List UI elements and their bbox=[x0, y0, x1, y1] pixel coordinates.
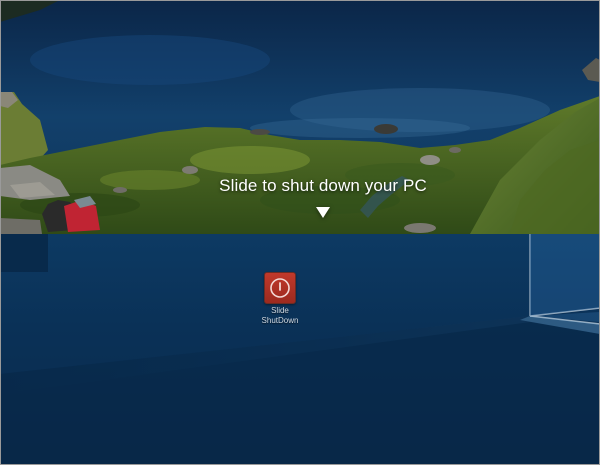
desktop-background: Slide ShutDown bbox=[0, 234, 600, 465]
slide-shutdown-shortcut[interactable]: Slide ShutDown bbox=[250, 272, 310, 326]
down-triangle-icon bbox=[316, 207, 330, 218]
shortcut-label: Slide ShutDown bbox=[261, 306, 299, 325]
screen: Slide to shut down your PC Slide ShutDow… bbox=[0, 0, 600, 465]
power-icon bbox=[264, 272, 296, 304]
slide-to-shutdown-text: Slide to shut down your PC bbox=[219, 176, 427, 195]
lake-landscape-background bbox=[0, 0, 600, 234]
slide-to-shutdown-panel[interactable]: Slide to shut down your PC bbox=[0, 0, 600, 234]
windows-hero-wallpaper bbox=[0, 234, 600, 465]
